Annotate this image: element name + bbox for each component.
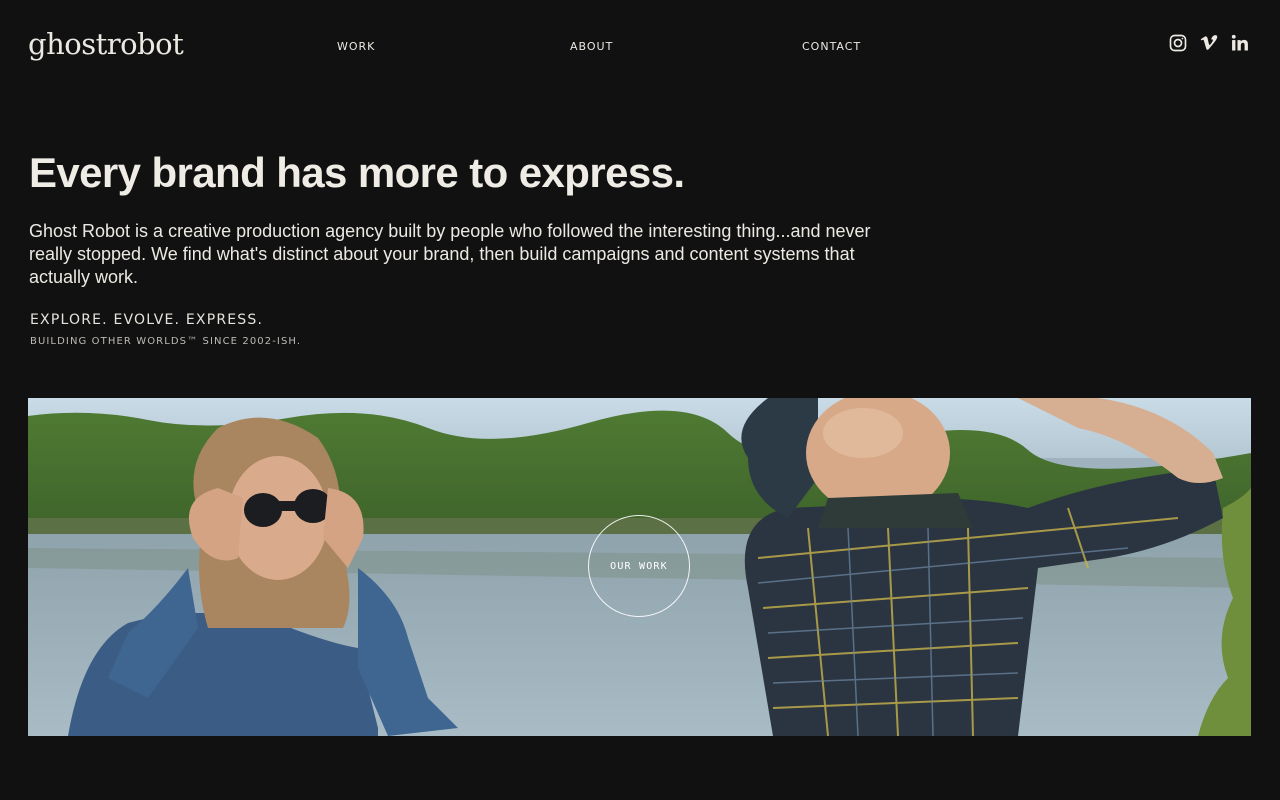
hero-video[interactable]: OUR WORK xyxy=(28,398,1251,736)
intro-paragraph: Ghost Robot is a creative production age… xyxy=(29,221,871,287)
nav-work[interactable]: WORK xyxy=(337,40,375,54)
nav-contact[interactable]: CONTACT xyxy=(802,40,861,54)
tagline: EXPLORE. EVOLVE. EXPRESS. xyxy=(30,312,264,328)
vimeo-icon[interactable] xyxy=(1199,33,1219,53)
page-headline: Every brand has more to express. xyxy=(29,149,685,196)
site-header: ghostrobot WORK ABOUT CONTACT xyxy=(0,0,1280,92)
linkedin-icon[interactable] xyxy=(1230,33,1250,53)
social-links xyxy=(1168,33,1250,53)
sub-tagline: BUILDING OTHER WORLDS™ SINCE 2002-ISH. xyxy=(30,336,302,347)
our-work-button[interactable]: OUR WORK xyxy=(588,515,690,617)
nav-about[interactable]: ABOUT xyxy=(570,40,613,54)
our-work-label: OUR WORK xyxy=(610,560,668,572)
logo[interactable]: ghostrobot xyxy=(28,26,184,62)
instagram-icon[interactable] xyxy=(1168,33,1188,53)
